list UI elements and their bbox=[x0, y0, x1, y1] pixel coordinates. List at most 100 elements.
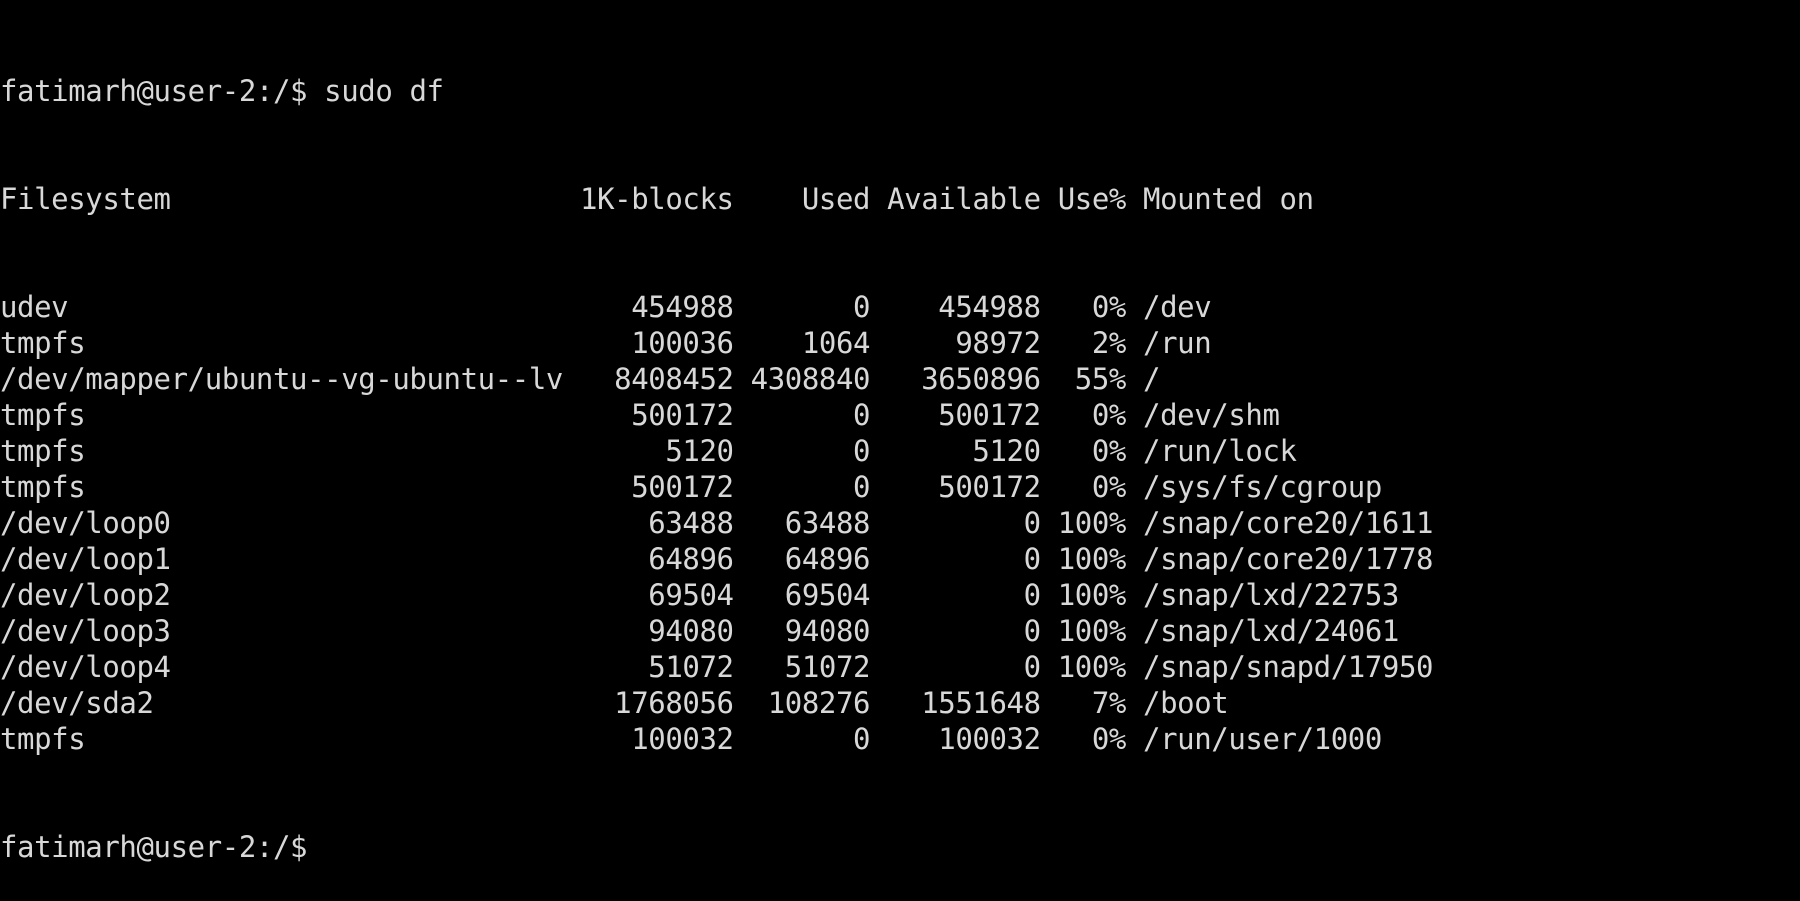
cell-available: 0 bbox=[887, 506, 1041, 540]
cell-used: 63488 bbox=[750, 506, 871, 540]
df-row: tmpfs 100032 0 100032 0% /run/user/1000 bbox=[0, 721, 1800, 757]
df-output-rows: udev 454988 0 454988 0% /dev tmpfs 100036… bbox=[0, 289, 1800, 757]
cell-used: 94080 bbox=[750, 614, 871, 648]
cell-used: 64896 bbox=[750, 542, 871, 576]
shell-prompt-current: fatimarh@user-2:/$ bbox=[0, 830, 308, 864]
cell-use-percent: 100% bbox=[1057, 542, 1127, 576]
cell-blocks: 69504 bbox=[580, 578, 734, 612]
cell-blocks: 51072 bbox=[580, 650, 734, 684]
df-row: /dev/loop3 94080 94080 0 100% /snap/lxd/… bbox=[0, 613, 1800, 649]
cell-use-percent: 0% bbox=[1057, 470, 1127, 504]
cell-filesystem: /dev/sda2 bbox=[0, 686, 563, 720]
cell-blocks: 5120 bbox=[580, 434, 734, 468]
header-used: Used bbox=[750, 182, 871, 216]
cell-used: 0 bbox=[750, 470, 871, 504]
shell-prompt: fatimarh@user-2:/$ bbox=[0, 74, 308, 108]
cell-blocks: 94080 bbox=[580, 614, 734, 648]
cell-available: 0 bbox=[887, 578, 1041, 612]
cell-used: 0 bbox=[750, 398, 871, 432]
cell-available: 454988 bbox=[887, 290, 1041, 324]
cell-mounted-on: /snap/core20/1778 bbox=[1143, 542, 1434, 576]
header-available: Available bbox=[887, 182, 1041, 216]
df-row: tmpfs 500172 0 500172 0% /dev/shm bbox=[0, 397, 1800, 433]
cell-use-percent: 0% bbox=[1057, 722, 1127, 756]
cell-mounted-on: /snap/lxd/22753 bbox=[1143, 578, 1399, 612]
cell-used: 0 bbox=[750, 722, 871, 756]
cell-available: 0 bbox=[887, 614, 1041, 648]
cell-use-percent: 100% bbox=[1057, 650, 1127, 684]
cell-used: 0 bbox=[750, 290, 871, 324]
cell-mounted-on: /snap/core20/1611 bbox=[1143, 506, 1434, 540]
cell-mounted-on: /run/lock bbox=[1143, 434, 1297, 468]
df-row: tmpfs 100036 1064 98972 2% /run bbox=[0, 325, 1800, 361]
cell-available: 500172 bbox=[887, 398, 1041, 432]
cell-used: 69504 bbox=[750, 578, 871, 612]
cell-filesystem: /dev/loop1 bbox=[0, 542, 563, 576]
cell-filesystem: /dev/mapper/ubuntu--vg-ubuntu--lv bbox=[0, 362, 563, 396]
cell-use-percent: 2% bbox=[1057, 326, 1127, 360]
cell-filesystem: /dev/loop2 bbox=[0, 578, 563, 612]
cell-blocks: 8408452 bbox=[580, 362, 734, 396]
cell-blocks: 63488 bbox=[580, 506, 734, 540]
cell-use-percent: 100% bbox=[1057, 614, 1127, 648]
cell-use-percent: 0% bbox=[1057, 398, 1127, 432]
cell-mounted-on: /snap/snapd/17950 bbox=[1143, 650, 1434, 684]
terminal-window[interactable]: fatimarh@user-2:/$ sudo df Filesystem 1K… bbox=[0, 0, 1800, 864]
cell-use-percent: 100% bbox=[1057, 578, 1127, 612]
cell-blocks: 500172 bbox=[580, 470, 734, 504]
df-header-row: Filesystem 1K-blocks Used Available Use%… bbox=[0, 181, 1800, 217]
header-filesystem: Filesystem bbox=[0, 182, 563, 216]
cell-filesystem: /dev/loop3 bbox=[0, 614, 563, 648]
cell-blocks: 100032 bbox=[580, 722, 734, 756]
cell-filesystem: /dev/loop4 bbox=[0, 650, 563, 684]
command-line: fatimarh@user-2:/$ sudo df bbox=[0, 73, 1800, 109]
header-blocks: 1K-blocks bbox=[580, 182, 734, 216]
cell-available: 98972 bbox=[887, 326, 1041, 360]
df-row: udev 454988 0 454988 0% /dev bbox=[0, 289, 1800, 325]
cell-blocks: 100036 bbox=[580, 326, 734, 360]
cell-used: 4308840 bbox=[750, 362, 871, 396]
cell-filesystem: tmpfs bbox=[0, 722, 563, 756]
df-row: tmpfs 5120 0 5120 0% /run/lock bbox=[0, 433, 1800, 469]
header-use-percent: Use% bbox=[1057, 182, 1127, 216]
cell-available: 1551648 bbox=[887, 686, 1041, 720]
cell-use-percent: 0% bbox=[1057, 290, 1127, 324]
cell-available: 500172 bbox=[887, 470, 1041, 504]
cell-available: 5120 bbox=[887, 434, 1041, 468]
df-row: /dev/sda2 1768056 108276 1551648 7% /boo… bbox=[0, 685, 1800, 721]
cell-filesystem: /dev/loop0 bbox=[0, 506, 563, 540]
cell-use-percent: 100% bbox=[1057, 506, 1127, 540]
cell-mounted-on: /dev/shm bbox=[1143, 398, 1280, 432]
cell-mounted-on: /dev bbox=[1143, 290, 1212, 324]
df-row: /dev/mapper/ubuntu--vg-ubuntu--lv 840845… bbox=[0, 361, 1800, 397]
cell-use-percent: 55% bbox=[1057, 362, 1127, 396]
cell-available: 3650896 bbox=[887, 362, 1041, 396]
cell-use-percent: 0% bbox=[1057, 434, 1127, 468]
df-row: tmpfs 500172 0 500172 0% /sys/fs/cgroup bbox=[0, 469, 1800, 505]
cell-used: 51072 bbox=[750, 650, 871, 684]
df-row: /dev/loop1 64896 64896 0 100% /snap/core… bbox=[0, 541, 1800, 577]
cell-use-percent: 7% bbox=[1057, 686, 1127, 720]
df-row: /dev/loop4 51072 51072 0 100% /snap/snap… bbox=[0, 649, 1800, 685]
cell-filesystem: tmpfs bbox=[0, 398, 563, 432]
df-row: /dev/loop0 63488 63488 0 100% /snap/core… bbox=[0, 505, 1800, 541]
cell-blocks: 500172 bbox=[580, 398, 734, 432]
cell-available: 0 bbox=[887, 650, 1041, 684]
cell-mounted-on: /sys/fs/cgroup bbox=[1143, 470, 1382, 504]
df-row: /dev/loop2 69504 69504 0 100% /snap/lxd/… bbox=[0, 577, 1800, 613]
cell-mounted-on: / bbox=[1143, 362, 1161, 396]
cell-used: 1064 bbox=[750, 326, 871, 360]
cell-blocks: 454988 bbox=[580, 290, 734, 324]
cell-mounted-on: /run/user/1000 bbox=[1143, 722, 1382, 756]
cell-mounted-on: /run bbox=[1143, 326, 1212, 360]
cell-filesystem: tmpfs bbox=[0, 434, 563, 468]
current-prompt-line[interactable]: fatimarh@user-2:/$ bbox=[0, 829, 1800, 865]
cell-blocks: 64896 bbox=[580, 542, 734, 576]
cell-filesystem: tmpfs bbox=[0, 326, 563, 360]
command-text: sudo df bbox=[324, 74, 444, 108]
cell-used: 0 bbox=[750, 434, 871, 468]
cell-mounted-on: /snap/lxd/24061 bbox=[1143, 614, 1399, 648]
header-mounted-on: Mounted on bbox=[1143, 182, 1314, 216]
cell-filesystem: udev bbox=[0, 290, 563, 324]
cell-blocks: 1768056 bbox=[580, 686, 734, 720]
